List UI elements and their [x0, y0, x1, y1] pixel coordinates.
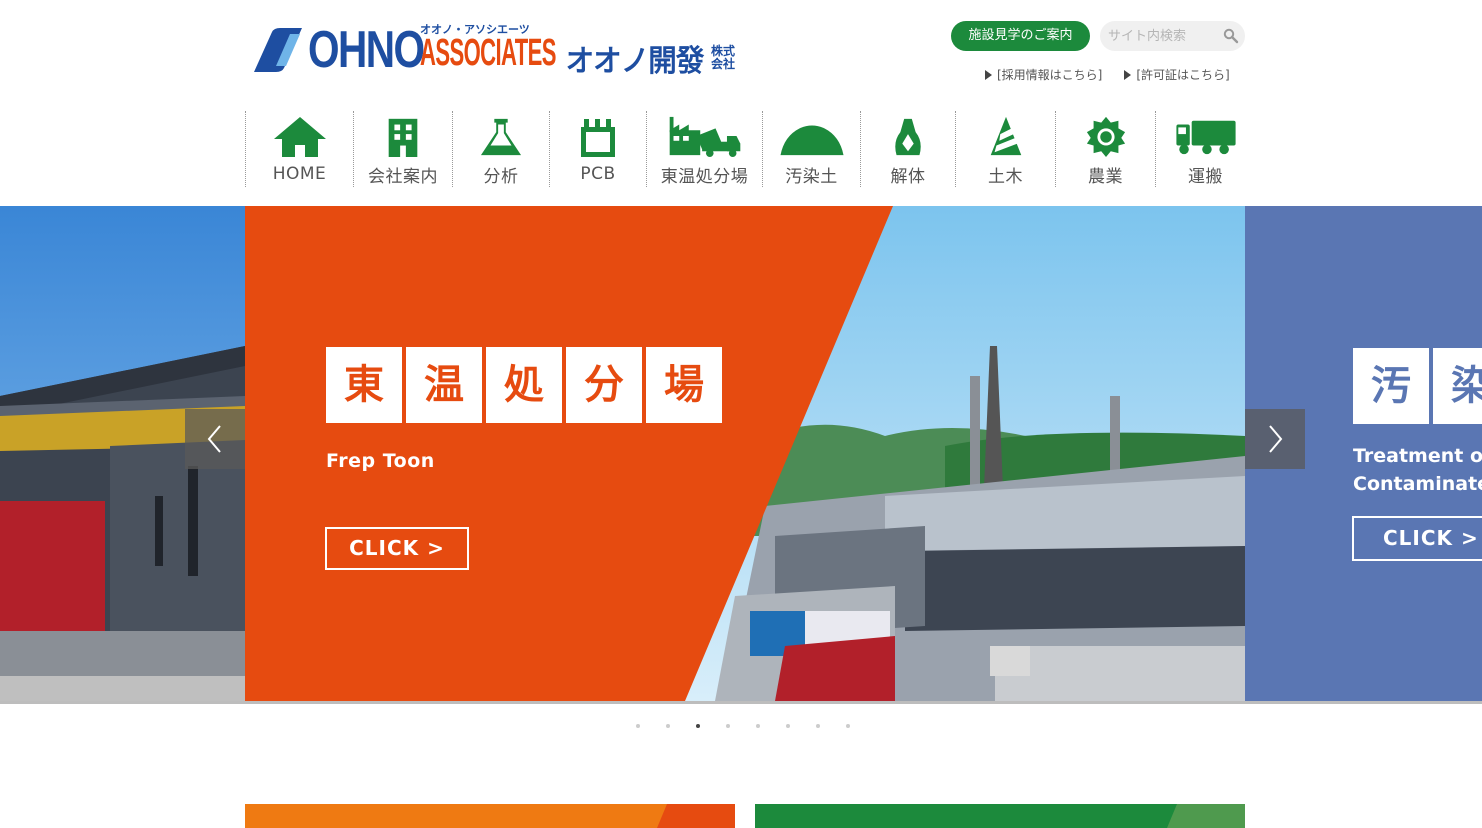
nav-label: 土木	[988, 167, 1023, 187]
slide-subtitle-line: Contaminate	[1353, 473, 1482, 495]
recruit-link[interactable]: [採用情報はこちら]	[985, 66, 1102, 83]
slider-dot[interactable]	[816, 724, 820, 728]
kabushiki-text: 株式	[711, 44, 736, 58]
license-link-label: [許可証はこちら]	[1136, 68, 1230, 82]
recruit-link-label: [採用情報はこちら]	[997, 68, 1103, 82]
sun-icon	[1086, 116, 1125, 157]
banner-green[interactable]	[755, 804, 1245, 828]
kaihatsu-logo[interactable]: オオノ開發 株式 会社	[562, 36, 735, 80]
slider-pagination	[636, 724, 850, 728]
slider-next-button[interactable]	[1245, 409, 1305, 469]
banner-stripe	[1167, 804, 1245, 828]
slider-dot[interactable]	[756, 724, 760, 728]
nav-item-company[interactable]: 会社案内	[353, 111, 452, 187]
slide-subtitle: Frep Toon	[326, 450, 435, 472]
banner-orange[interactable]	[245, 804, 735, 828]
nav-label: 東温処分場	[660, 167, 749, 187]
nav-item-soil[interactable]: 汚染土	[762, 111, 860, 187]
slide-click-button[interactable]: CLICK >	[325, 527, 469, 570]
slide-subtitle-line: Treatment of	[1353, 445, 1482, 467]
building-icon	[388, 118, 418, 157]
slider-bottom-border	[0, 701, 1482, 704]
soil-mound-icon	[780, 125, 843, 156]
banner-stripe	[657, 804, 735, 828]
kaisha-text: 会社	[711, 57, 736, 71]
slide-title-char: 東	[326, 347, 402, 423]
slider-prev-button[interactable]	[185, 409, 245, 469]
search-icon[interactable]	[1222, 27, 1240, 45]
nav-item-agriculture[interactable]: 農業	[1055, 111, 1155, 187]
search-input[interactable]	[1108, 27, 1218, 45]
nav-item-pcb[interactable]: PCB	[549, 111, 646, 187]
site-header: OHNO オオノ・アソシエーツ ASSOCIATES オオノ開發 株式 会社 施…	[0, 0, 1482, 206]
truck-icon	[1175, 120, 1236, 155]
license-link[interactable]: [許可証はこちら]	[1124, 66, 1230, 83]
associates-wordmark: ASSOCIATES	[420, 32, 556, 74]
hero-slider: 東 温 処 分 場 Frep Toon CLICK > 汚 染 Treatmen…	[0, 206, 1482, 703]
nav-item-toon[interactable]: 東温処分場	[646, 111, 762, 187]
nav-item-demolition[interactable]: 解体	[860, 111, 955, 187]
slider-dot[interactable]	[666, 724, 670, 728]
slider-dot[interactable]	[636, 724, 640, 728]
nav-label: PCB	[580, 164, 616, 184]
nav-label: 農業	[1088, 167, 1123, 187]
nav-label: 汚染土	[785, 167, 838, 187]
slide-title-char: 分	[566, 347, 642, 423]
nav-item-home[interactable]: HOME	[245, 111, 353, 187]
flask-icon	[480, 118, 522, 156]
chevron-right-icon	[1269, 425, 1283, 453]
triangle-right-icon	[985, 69, 992, 80]
demolition-icon	[895, 118, 921, 156]
slider-dot[interactable]	[786, 724, 790, 728]
global-nav: HOME 会社案内 分析 PCB 東温処分場 汚染土 解体 土木 農業 運搬	[245, 111, 1255, 187]
triangle-right-icon	[1124, 69, 1132, 80]
kaihatsu-wordmark: オオノ開發	[565, 44, 705, 79]
slide-subtitle: Treatment of Contaminate	[1353, 442, 1482, 498]
slider-dot[interactable]	[696, 724, 700, 728]
header-sub-links: [採用情報はこちら] [許可証はこちら]	[985, 66, 1230, 83]
nav-label: 分析	[483, 167, 519, 187]
ohno-logo[interactable]: OHNO	[250, 21, 428, 79]
ohno-wordmark: OHNO	[308, 21, 425, 79]
house-icon	[273, 117, 326, 157]
facility-tour-button[interactable]: 施設見学のご案内	[951, 21, 1090, 51]
slider-dot[interactable]	[726, 724, 730, 728]
nav-label: 会社案内	[368, 167, 438, 187]
nav-label: 運搬	[1188, 167, 1223, 187]
chevron-left-icon	[207, 425, 221, 453]
cone-icon	[990, 116, 1021, 156]
nav-item-analysis[interactable]: 分析	[452, 111, 549, 187]
slider-dot[interactable]	[846, 724, 850, 728]
slide-title-char: 場	[646, 347, 722, 423]
nav-item-transport[interactable]: 運搬	[1155, 111, 1255, 187]
slide-title-char: 温	[406, 347, 482, 423]
kabushiki-kaisha: 株式 会社	[711, 45, 735, 71]
slide-current[interactable]: 東 温 処 分 場 Frep Toon CLICK >	[245, 206, 1245, 701]
nav-item-civil[interactable]: 土木	[955, 111, 1055, 187]
nav-label: HOME	[272, 164, 327, 184]
plant-truck-icon	[669, 116, 740, 157]
slide-title-char: 汚	[1353, 348, 1429, 424]
ohno-logo-mark-icon	[250, 26, 306, 74]
slide-click-button[interactable]: CLICK >	[1352, 516, 1482, 561]
transformer-icon	[581, 119, 615, 157]
slide-title-char: 処	[486, 347, 562, 423]
nav-label: 解体	[890, 167, 926, 187]
slide-title-char: 染	[1433, 348, 1482, 424]
